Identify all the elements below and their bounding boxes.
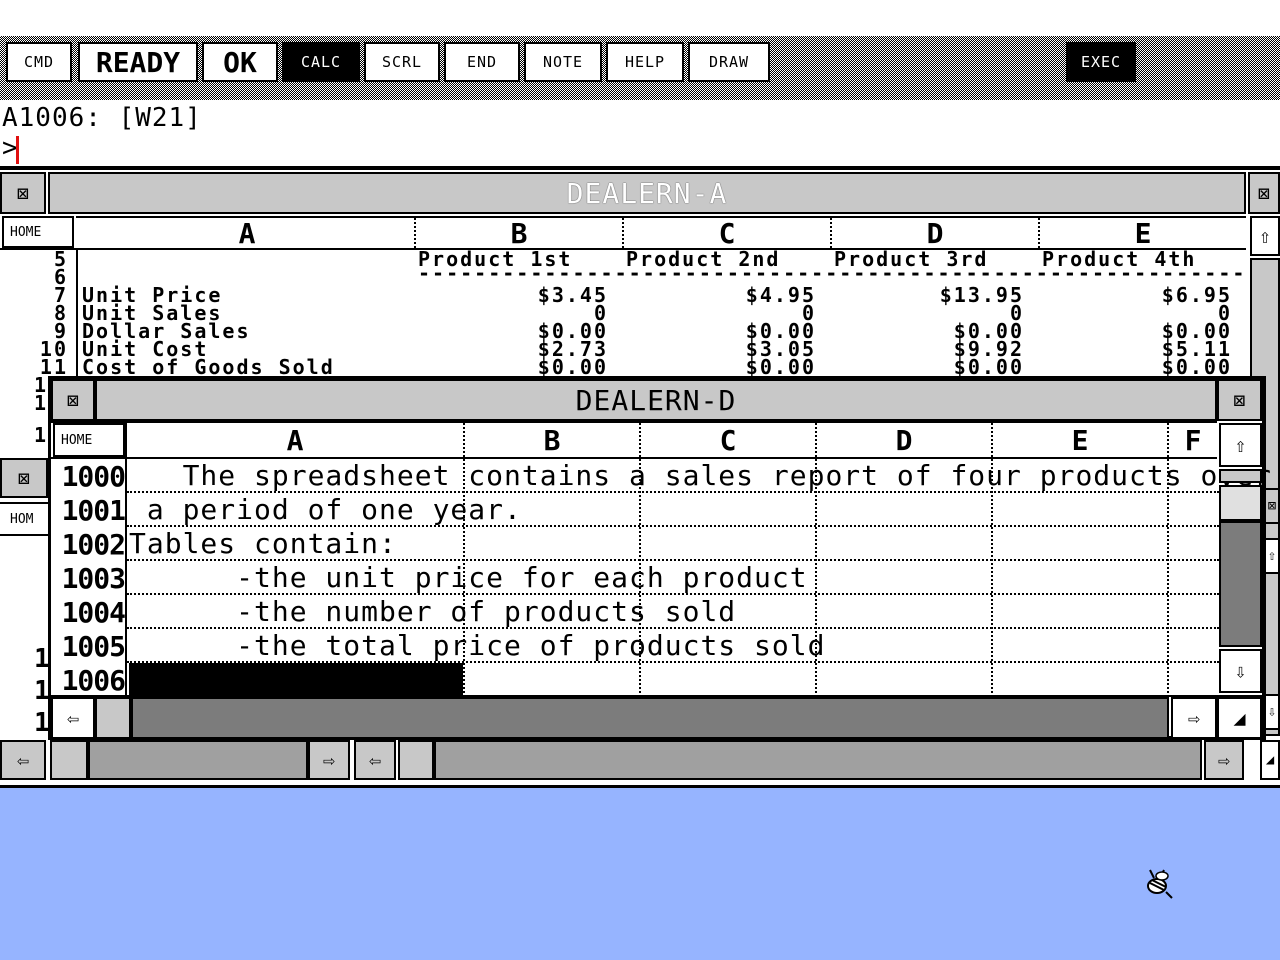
home-button[interactable]: HOM [0, 502, 50, 536]
end-button[interactable]: END [444, 42, 520, 82]
row-number[interactable]: 1002 [51, 527, 127, 561]
exec-button[interactable]: EXEC [1066, 42, 1136, 82]
column-header-c[interactable]: C [641, 423, 815, 457]
cell-value[interactable]: $4.95 [616, 285, 816, 305]
scroll-left-icon[interactable]: ⇦ [354, 740, 396, 780]
desktop-background [0, 788, 1280, 960]
table-row: 5 [0, 249, 1280, 269]
horizontal-scrollbar[interactable] [131, 697, 1169, 739]
cell-value[interactable]: $0.00 [1032, 357, 1232, 377]
row-number[interactable]: 1003 [51, 561, 127, 595]
cell-value[interactable]: $0.00 [408, 357, 608, 377]
scroll-thumb[interactable] [1219, 485, 1262, 521]
cell-text[interactable]: -the number of products sold [129, 595, 736, 629]
column-header-a[interactable]: A [127, 423, 463, 457]
row-number[interactable]: 1000 [51, 459, 127, 493]
cmd-button[interactable]: CMD [6, 42, 72, 82]
selected-cell[interactable] [129, 663, 463, 695]
scroll-down-icon[interactable]: ⇩ [1264, 694, 1280, 730]
scroll-right-icon[interactable]: ⇨ [1204, 740, 1244, 780]
close-icon[interactable]: ⊠ [0, 458, 48, 498]
scroll-track-top[interactable] [1219, 469, 1262, 483]
fullscreen-icon[interactable]: ⊠ [1248, 172, 1280, 214]
home-button[interactable]: HOME [2, 216, 74, 248]
table-row: 11 Cost of Goods Sold $0.00 $0.00 $0.00 … [0, 355, 1280, 379]
cell-value[interactable]: $3.45 [408, 285, 608, 305]
row-number: 1 [34, 423, 47, 447]
close-icon[interactable]: ⊠ [0, 172, 46, 214]
row-number[interactable]: 1004 [51, 595, 127, 629]
text-cursor [16, 136, 19, 164]
column-header-f[interactable]: F [1169, 423, 1217, 457]
calc-button[interactable]: CALC [282, 42, 360, 82]
cell-reference: A1006: [W21] [2, 103, 202, 133]
cell-value[interactable]: $0.00 [616, 357, 816, 377]
column-header-b[interactable]: B [465, 423, 639, 457]
row-number: 1 [34, 391, 47, 415]
divider [991, 459, 993, 697]
cell-text[interactable]: -the total price of products sold [129, 629, 825, 663]
title-bar[interactable]: DEALERN-D [95, 379, 1217, 421]
horizontal-scrollbar[interactable] [434, 740, 1202, 780]
ready-status-button[interactable]: READY [78, 42, 198, 82]
cell-text[interactable]: -the unit price for each product [129, 561, 808, 595]
command-bar: CMD READY OK CALC SCRL END NOTE HELP DRA… [0, 36, 1280, 100]
scroll-right-icon[interactable]: ⇨ [308, 740, 350, 780]
cell-value[interactable]: $6.95 [1032, 285, 1232, 305]
window-dealern-d: ⊠ DEALERN-D ⊠ HOME A B C D E F 1000 1001… [48, 376, 1271, 740]
ok-button[interactable]: OK [202, 42, 278, 82]
column-header-e[interactable]: E [1040, 217, 1246, 250]
cell-text[interactable]: Tables contain: [129, 527, 397, 561]
title-bar[interactable]: DEALERN-A [48, 172, 1246, 214]
cell-value[interactable]: $13.95 [824, 285, 1024, 305]
close-icon[interactable]: ⊠ [1264, 488, 1280, 524]
column-header-d[interactable]: D [817, 423, 991, 457]
scroll-thumb[interactable] [95, 697, 131, 739]
vertical-scrollbar[interactable] [1219, 521, 1262, 647]
draw-button[interactable]: DRAW [688, 42, 770, 82]
help-button[interactable]: HELP [606, 42, 684, 82]
column-header-e[interactable]: E [993, 423, 1167, 457]
row-number[interactable]: 1006 [51, 663, 127, 697]
row-number[interactable]: 1001 [51, 493, 127, 527]
scroll-right-icon[interactable]: ⇨ [1171, 697, 1217, 739]
scroll-up-icon[interactable]: ⇧ [1264, 538, 1280, 574]
cell-text[interactable]: a period of one year. [129, 493, 522, 527]
resize-icon[interactable]: ◢ [1217, 697, 1262, 739]
fullscreen-icon[interactable]: ⊠ [1217, 379, 1262, 421]
scroll-down-icon[interactable]: ⇩ [1219, 649, 1262, 693]
column-header-a[interactable]: A [78, 217, 416, 250]
busy-bee-icon [1140, 866, 1176, 902]
scroll-thumb[interactable] [398, 740, 434, 780]
cell-text[interactable]: The spreadsheet contains a sales report … [129, 459, 1272, 493]
scrl-button[interactable]: SCRL [364, 42, 440, 82]
scroll-up-icon[interactable]: ⇧ [1219, 423, 1262, 467]
window-title: DEALERN-A [566, 176, 728, 210]
window-title: DEALERN-D [575, 383, 737, 417]
scroll-left-icon[interactable]: ⇦ [0, 740, 46, 780]
home-button[interactable]: HOME [53, 423, 125, 457]
scroll-thumb[interactable] [50, 740, 88, 780]
cell-value[interactable]: $0.00 [824, 357, 1024, 377]
note-button[interactable]: NOTE [524, 42, 602, 82]
column-header-c[interactable]: C [624, 217, 830, 250]
row-label: Cost of Goods Sold [82, 355, 335, 379]
column-header-d[interactable]: D [832, 217, 1038, 250]
resize-icon[interactable]: ◢ [1260, 740, 1280, 780]
row-number[interactable]: 1005 [51, 629, 127, 663]
horizontal-scrollbar[interactable] [88, 740, 308, 780]
scroll-left-icon[interactable]: ⇦ [51, 697, 95, 739]
divider [1167, 459, 1169, 697]
close-icon[interactable]: ⊠ [51, 379, 95, 421]
column-header-b[interactable]: B [416, 217, 622, 250]
